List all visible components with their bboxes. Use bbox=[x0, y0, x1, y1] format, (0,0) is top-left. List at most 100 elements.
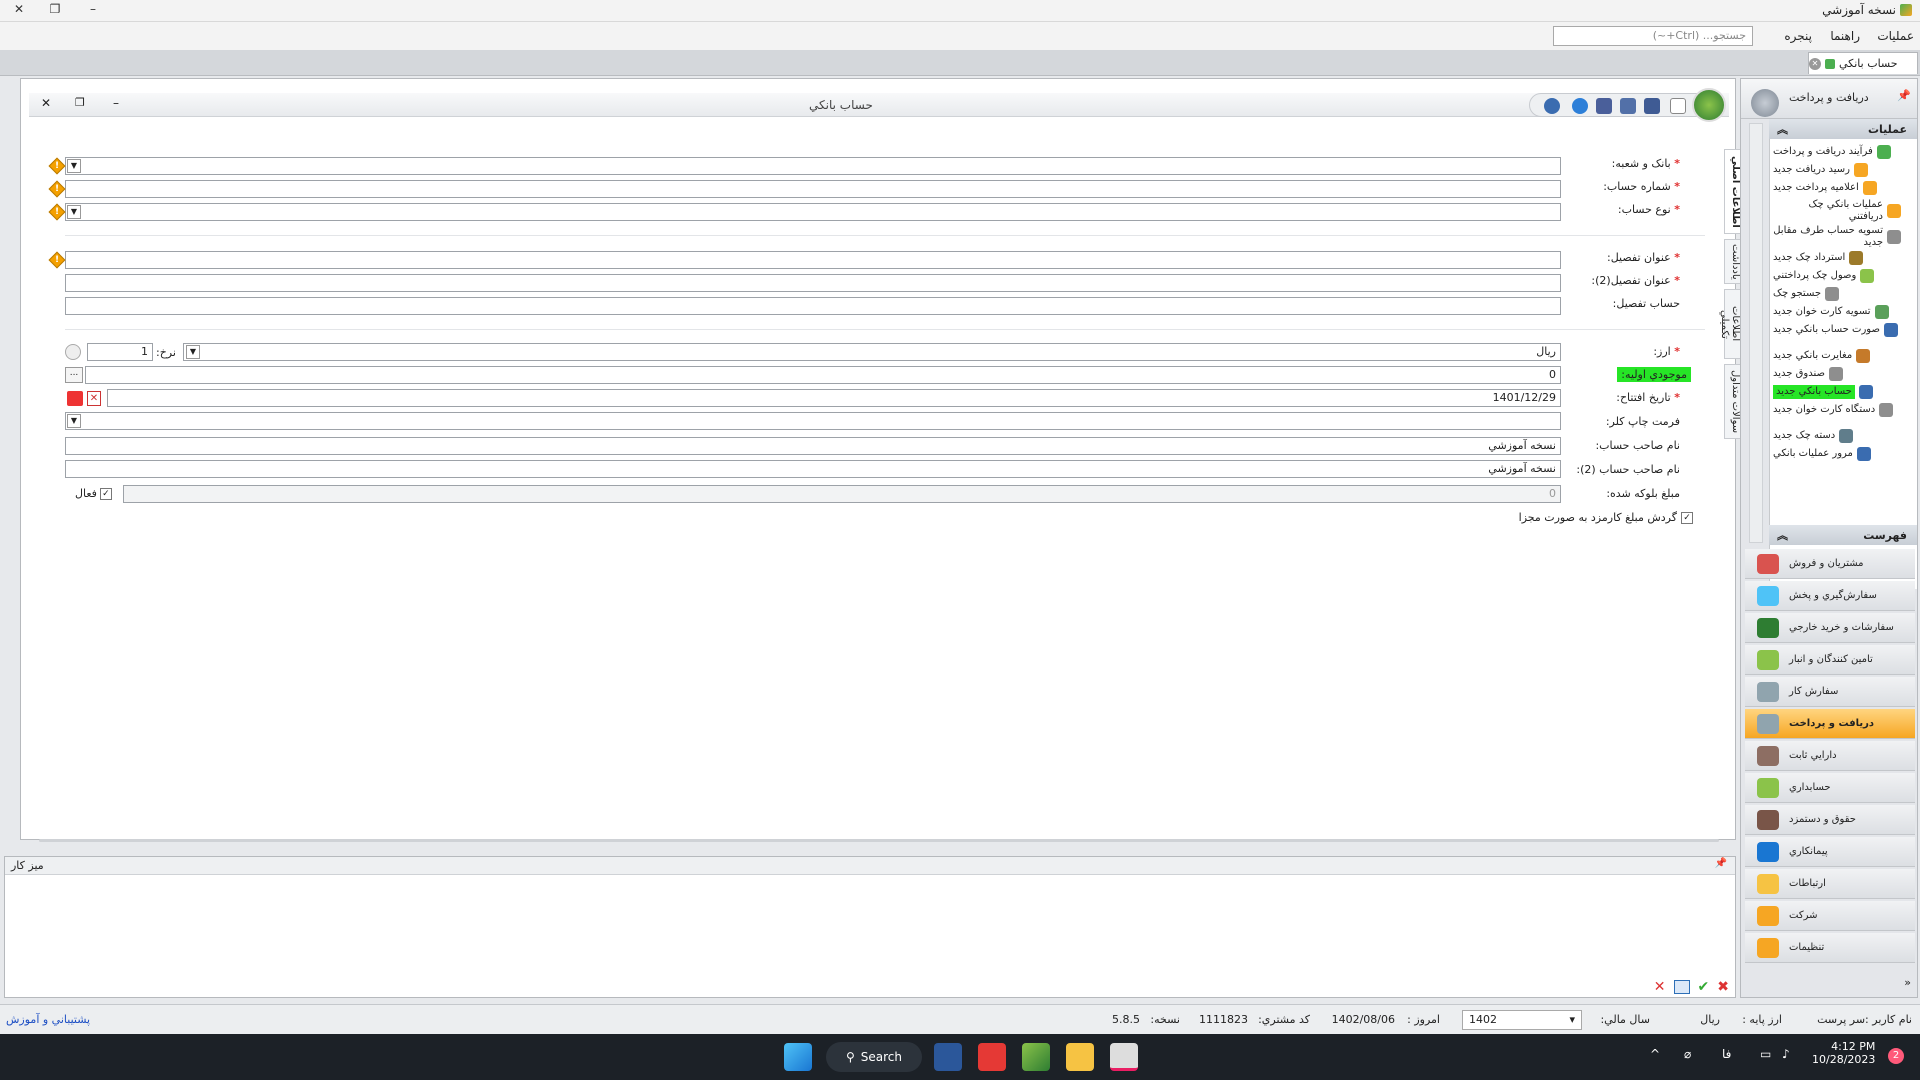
rounding-checkbox[interactable]: ✓ گردش مبلغ کارمزد به صورت مجزا bbox=[1519, 511, 1693, 524]
nav-item[interactable]: ارتباطات bbox=[1745, 869, 1915, 899]
op-item[interactable]: دسته چک جديد bbox=[1773, 429, 1913, 443]
list-section-header[interactable]: فهرست ︽ bbox=[1769, 525, 1917, 545]
nav-item[interactable]: شرکت bbox=[1745, 901, 1915, 931]
op-item[interactable]: اعلاميه پرداخت جديد bbox=[1773, 181, 1913, 195]
notification-badge[interactable]: 2 bbox=[1888, 1048, 1904, 1064]
detail-title2-input[interactable] bbox=[65, 274, 1561, 292]
start-icon[interactable] bbox=[784, 1043, 812, 1071]
nav-item[interactable]: دريافت و پرداخت bbox=[1745, 709, 1915, 739]
op-item[interactable]: عمليات بانکي چک دريافتني bbox=[1773, 199, 1913, 223]
detail-title-input[interactable] bbox=[65, 251, 1561, 269]
snipping-tool-icon[interactable] bbox=[1110, 1043, 1138, 1071]
op-item[interactable]: حساب بانکي جديد bbox=[1773, 385, 1913, 399]
erp-app-icon[interactable] bbox=[1022, 1043, 1050, 1071]
horizontal-scrollbar[interactable] bbox=[39, 839, 1719, 842]
new-document-icon[interactable] bbox=[1670, 98, 1686, 114]
nav-item[interactable]: تنظيمات bbox=[1745, 933, 1915, 963]
volume-icon[interactable]: ♪ bbox=[1782, 1047, 1790, 1061]
bank-branch-dropdown[interactable]: ▼ bbox=[67, 159, 81, 173]
search-input[interactable]: جستجو... (Ctrl+~) bbox=[1553, 26, 1753, 46]
refresh-rate-icon[interactable] bbox=[65, 344, 81, 360]
fiscal-year-select[interactable]: 1402 ▾ bbox=[1462, 1010, 1582, 1030]
save-new-icon[interactable] bbox=[1596, 98, 1612, 114]
ops-section-header[interactable]: عمليات ︽ bbox=[1769, 119, 1917, 139]
clock[interactable]: 4:12 PM 10/28/2023 bbox=[1812, 1040, 1875, 1066]
owner-name-input[interactable]: نسخه آموزشي bbox=[65, 437, 1561, 455]
opening-date-input[interactable]: 1401/12/29 bbox=[107, 389, 1561, 407]
op-item[interactable]: رسيد دريافت جديد bbox=[1773, 163, 1913, 177]
help-icon[interactable] bbox=[1572, 98, 1588, 114]
link-icon[interactable] bbox=[1544, 98, 1560, 114]
nav-item[interactable]: پيمانکاري bbox=[1745, 837, 1915, 867]
detail-account-input[interactable] bbox=[65, 297, 1561, 315]
calendar-icon[interactable] bbox=[67, 391, 83, 406]
nav-item[interactable]: حسابداري bbox=[1745, 773, 1915, 803]
word-app-icon[interactable] bbox=[934, 1043, 962, 1071]
form-minimize-button[interactable]: – bbox=[113, 96, 119, 110]
op-item[interactable]: تسويه کارت خوان جديد bbox=[1773, 305, 1913, 319]
accept-icon[interactable]: ✔ bbox=[1698, 979, 1710, 995]
close-tab-icon[interactable]: ✕ bbox=[1809, 57, 1821, 70]
form-restore-button[interactable]: ❐ bbox=[75, 96, 85, 109]
op-item[interactable]: تسويه حساب طرف مقابل جديد bbox=[1773, 225, 1913, 249]
ops-scrollbar[interactable] bbox=[1749, 123, 1763, 543]
taskbar-search[interactable]: ⚲ Search bbox=[826, 1042, 922, 1072]
checkbox-checked-icon[interactable]: ✓ bbox=[99, 487, 112, 500]
clear-date-icon[interactable]: ✕ bbox=[87, 391, 101, 406]
nav-item[interactable]: حقوق و دستمزد bbox=[1745, 805, 1915, 835]
opening-balance-input[interactable]: 0 bbox=[85, 366, 1561, 384]
display-icon[interactable]: ▭ bbox=[1760, 1047, 1771, 1061]
save-close-icon[interactable] bbox=[1620, 98, 1636, 114]
pin-icon[interactable]: 📌 bbox=[1715, 858, 1727, 869]
bank-branch-input[interactable] bbox=[65, 157, 1561, 175]
nav-item[interactable]: دارايي ثابت bbox=[1745, 741, 1915, 771]
nav-item[interactable]: تامين کنندگان و انبار bbox=[1745, 645, 1915, 675]
op-item[interactable]: صندوق جديد bbox=[1773, 367, 1913, 381]
nav-item[interactable]: سفارش کار bbox=[1745, 677, 1915, 707]
op-item[interactable]: جستجو چک bbox=[1773, 287, 1913, 301]
tab-bank-account[interactable]: حساب بانکي ✕ bbox=[1808, 52, 1918, 74]
menu-operations[interactable]: عمليات bbox=[1877, 29, 1914, 43]
collapse-icon[interactable]: ︽ bbox=[1777, 527, 1788, 543]
restore-window-button[interactable]: ❐ bbox=[40, 2, 70, 20]
owner-name2-input[interactable]: نسخه آموزشي bbox=[65, 460, 1561, 478]
active-checkbox[interactable]: ✓ فعال bbox=[75, 487, 112, 500]
nav-item[interactable]: مشتريان و فروش bbox=[1745, 549, 1915, 579]
tray-chevron-icon[interactable]: ^ bbox=[1650, 1047, 1660, 1061]
op-item[interactable]: صورت حساب بانکي جديد bbox=[1773, 323, 1913, 337]
menu-window[interactable]: پنجره bbox=[1784, 29, 1812, 43]
collapse-icon[interactable]: ︽ bbox=[1777, 121, 1788, 137]
print-format-dropdown[interactable]: ▼ bbox=[67, 414, 81, 428]
op-item[interactable]: استرداد چک جديد bbox=[1773, 251, 1913, 265]
close-window-button[interactable]: ✕ bbox=[4, 2, 34, 20]
op-item[interactable]: دستگاه کارت خوان جديد bbox=[1773, 403, 1913, 417]
account-type-dropdown[interactable]: ▼ bbox=[67, 205, 81, 219]
reject-icon[interactable]: ✖ bbox=[1717, 979, 1729, 995]
account-type-input[interactable] bbox=[65, 203, 1561, 221]
language-indicator[interactable]: فا bbox=[1722, 1047, 1731, 1061]
save-icon[interactable] bbox=[1644, 98, 1660, 114]
rate-input[interactable]: 1 bbox=[87, 343, 153, 361]
network-icon[interactable]: ⌀ bbox=[1684, 1047, 1691, 1061]
menu-help[interactable]: راهنما bbox=[1830, 29, 1860, 43]
op-item[interactable]: فرآيند دريافت و پرداخت bbox=[1773, 145, 1913, 159]
currency-input[interactable]: ريال bbox=[183, 343, 1561, 361]
op-item[interactable]: مغايرت بانکي جديد bbox=[1773, 349, 1913, 363]
print-format-input[interactable] bbox=[65, 412, 1561, 430]
nav-item[interactable]: سفارشات و خريد خارجي bbox=[1745, 613, 1915, 643]
account-number-input[interactable] bbox=[65, 180, 1561, 198]
support-link[interactable]: پشتيباني و آموزش bbox=[6, 1013, 90, 1026]
expand-more-icon[interactable]: » bbox=[1904, 976, 1911, 989]
pin-icon[interactable]: 📌 bbox=[1897, 89, 1911, 102]
nav-item[interactable]: سفارش‌گيري و پخش bbox=[1745, 581, 1915, 611]
close-icon[interactable]: ✕ bbox=[1654, 979, 1666, 995]
minimize-window-button[interactable]: – bbox=[78, 2, 108, 20]
anydesk-app-icon[interactable] bbox=[978, 1043, 1006, 1071]
form-close-button[interactable]: ✕ bbox=[41, 96, 51, 110]
op-item[interactable]: وصول چک پرداختني bbox=[1773, 269, 1913, 283]
op-item[interactable]: مرور عمليات بانکي bbox=[1773, 447, 1913, 461]
currency-dropdown[interactable]: ▼ bbox=[186, 345, 200, 359]
grid-icon[interactable] bbox=[1673, 980, 1690, 994]
checkbox-checked-icon[interactable]: ✓ bbox=[1681, 511, 1693, 524]
opening-balance-ellipsis-button[interactable]: ... bbox=[65, 367, 83, 383]
